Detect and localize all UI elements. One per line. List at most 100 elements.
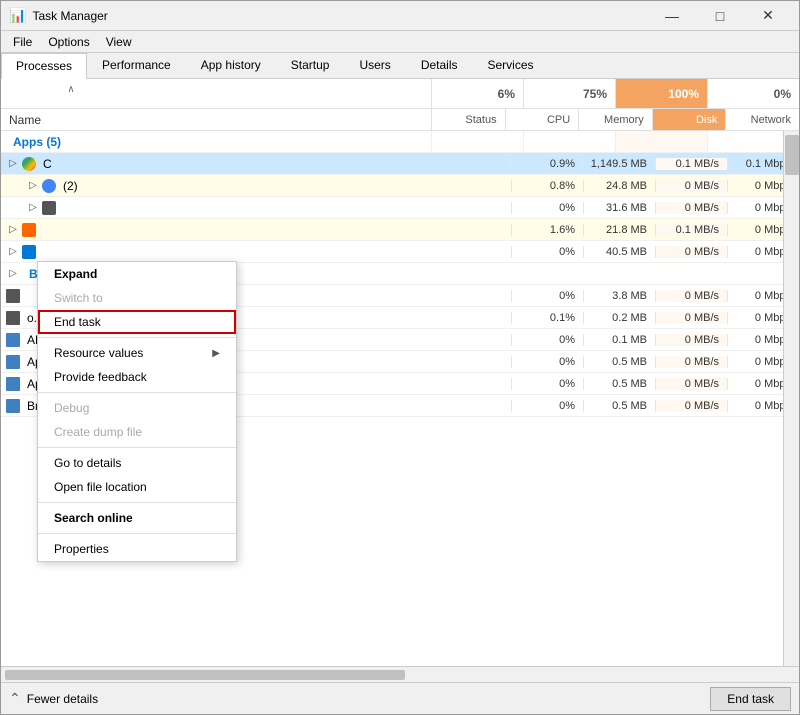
row-disk: 0.1 MB/s [655, 224, 727, 236]
context-menu: Expand Switch to End task Resource value… [37, 261, 237, 562]
row-memory: 1,149.5 MB [583, 158, 655, 170]
row-disk: 0 MB/s [655, 246, 727, 258]
row-memory: 0.2 MB [583, 312, 655, 324]
row-disk: 0 MB/s [655, 400, 727, 412]
svc-icon [5, 332, 21, 348]
row-disk: 0 MB/s [655, 202, 727, 214]
col-status-label[interactable]: Status [431, 109, 505, 130]
app-icon-chrome [21, 156, 37, 172]
col-memory-label[interactable]: Memory [578, 109, 652, 130]
row-memory: 40.5 MB [583, 246, 655, 258]
tab-services[interactable]: Services [473, 52, 549, 78]
ctx-end-task[interactable]: End task [38, 310, 236, 334]
svc-icon [5, 398, 21, 414]
row-memory: 0.5 MB [583, 356, 655, 368]
menu-file[interactable]: File [5, 33, 40, 51]
ctx-sep-1 [38, 337, 236, 338]
row-name: ▷ C [1, 156, 431, 172]
menu-options[interactable]: Options [40, 33, 97, 51]
close-button[interactable]: ✕ [745, 1, 791, 31]
col-cpu-label[interactable]: CPU [505, 109, 579, 130]
ctx-open-file-location[interactable]: Open file location [38, 475, 236, 499]
apps-section-label: Apps (5) [5, 135, 61, 149]
resource-name-area: ∧ [1, 79, 431, 108]
tab-processes[interactable]: Processes [1, 53, 87, 79]
cpu-usage: 6% [431, 79, 523, 108]
ctx-sep-4 [38, 502, 236, 503]
app-icon-5 [21, 244, 37, 260]
row-cpu: 0.8% [511, 180, 583, 192]
table-row[interactable]: ▷ 0% 31.6 MB 0 MB/s 0 Mbps [1, 197, 799, 219]
row-memory: 0.1 MB [583, 334, 655, 346]
column-labels-row: Name Status CPU Memory Disk Network [1, 109, 799, 131]
vertical-scrollbar[interactable] [783, 131, 799, 666]
svc-icon [5, 376, 21, 392]
ctx-go-to-details[interactable]: Go to details [38, 451, 236, 475]
table-row[interactable]: ▷ 1.6% 21.8 MB 0.1 MB/s 0 Mbps [1, 219, 799, 241]
row-cpu: 0% [511, 202, 583, 214]
minimize-button[interactable]: — [649, 1, 695, 31]
maximize-button[interactable]: □ [697, 1, 743, 31]
bg-expand-icon[interactable]: ▷ [5, 266, 21, 282]
col-name-label[interactable]: Name [1, 109, 431, 130]
col-network-label[interactable]: Network [725, 109, 799, 130]
row-app-name: (2) [63, 179, 78, 193]
row-memory: 24.8 MB [583, 180, 655, 192]
table-row[interactable]: ▷ C 0.9% 1,149.5 MB 0.1 MB/s 0.1 Mbps [1, 153, 799, 175]
tab-performance[interactable]: Performance [87, 52, 186, 78]
tab-startup[interactable]: Startup [276, 52, 345, 78]
scrollbar-thumb[interactable] [785, 135, 799, 175]
row-disk: 0 MB/s [655, 378, 727, 390]
row-app-name: C [43, 157, 52, 171]
titlebar: 📊 Task Manager — □ ✕ [1, 1, 799, 31]
ctx-switch-to: Switch to [38, 286, 236, 310]
resource-usage-row: ∧ 6% 75% 100% 0% [1, 79, 799, 109]
ctx-provide-feedback[interactable]: Provide feedback [38, 365, 236, 389]
ctx-search-online[interactable]: Search online [38, 506, 236, 530]
table-row[interactable]: ▷ 0% 40.5 MB 0 MB/s 0 Mbps [1, 241, 799, 263]
ctx-sep-3 [38, 447, 236, 448]
row-disk: 0 MB/s [655, 180, 727, 192]
end-task-button[interactable]: End task [710, 687, 791, 711]
tabbar: Processes Performance App history Startu… [1, 53, 799, 79]
ctx-properties[interactable]: Properties [38, 537, 236, 561]
titlebar-controls: — □ ✕ [649, 1, 791, 31]
app-icon-sub [41, 178, 57, 194]
bottombar: ⌃ Fewer details End task [1, 682, 799, 714]
expand-icon[interactable]: ▷ [25, 178, 41, 194]
horizontal-scrollbar[interactable] [1, 666, 799, 682]
sort-arrow: ∧ [67, 84, 74, 95]
row-memory: 21.8 MB [583, 224, 655, 236]
row-cpu: 1.6% [511, 224, 583, 236]
expand-icon[interactable]: ▷ [5, 156, 21, 172]
row-disk: 0.1 MB/s [655, 158, 727, 170]
ctx-resource-values[interactable]: Resource values ▶ [38, 341, 236, 365]
tab-details[interactable]: Details [406, 52, 473, 78]
row-name: ▷ (2) [1, 178, 431, 194]
row-cpu: 0% [511, 334, 583, 346]
row-cpu: 0% [511, 400, 583, 412]
h-scrollbar-thumb[interactable] [5, 670, 405, 680]
row-name: ▷ [1, 200, 431, 216]
row-cpu: 0% [511, 378, 583, 390]
expand-icon[interactable]: ▷ [25, 200, 41, 216]
menu-view[interactable]: View [98, 33, 140, 51]
table-body: Apps (5) ▷ C 0.9% 1,149.5 MB [1, 131, 799, 666]
expand-icon[interactable]: ▷ [5, 244, 21, 260]
expand-icon[interactable]: ▷ [5, 222, 21, 238]
row-cpu: 0% [511, 290, 583, 302]
row-cpu: 0% [511, 356, 583, 368]
app-icon-4 [21, 222, 37, 238]
task-manager-window: 📊 Task Manager — □ ✕ File Options View P… [0, 0, 800, 715]
disk-usage: 100% [615, 79, 707, 108]
row-cpu: 0.9% [511, 158, 583, 170]
tab-app-history[interactable]: App history [186, 52, 276, 78]
ctx-expand[interactable]: Expand [38, 262, 236, 286]
fewer-details-button[interactable]: ⌃ Fewer details [9, 690, 98, 707]
sort-indicator: ∧ [1, 79, 141, 99]
row-disk: 0 MB/s [655, 290, 727, 302]
col-disk-label[interactable]: Disk [652, 109, 726, 130]
tab-users[interactable]: Users [344, 52, 405, 78]
network-usage: 0% [707, 79, 799, 108]
table-row[interactable]: ▷ (2) 0.8% 24.8 MB 0 MB/s 0 Mbps [1, 175, 799, 197]
